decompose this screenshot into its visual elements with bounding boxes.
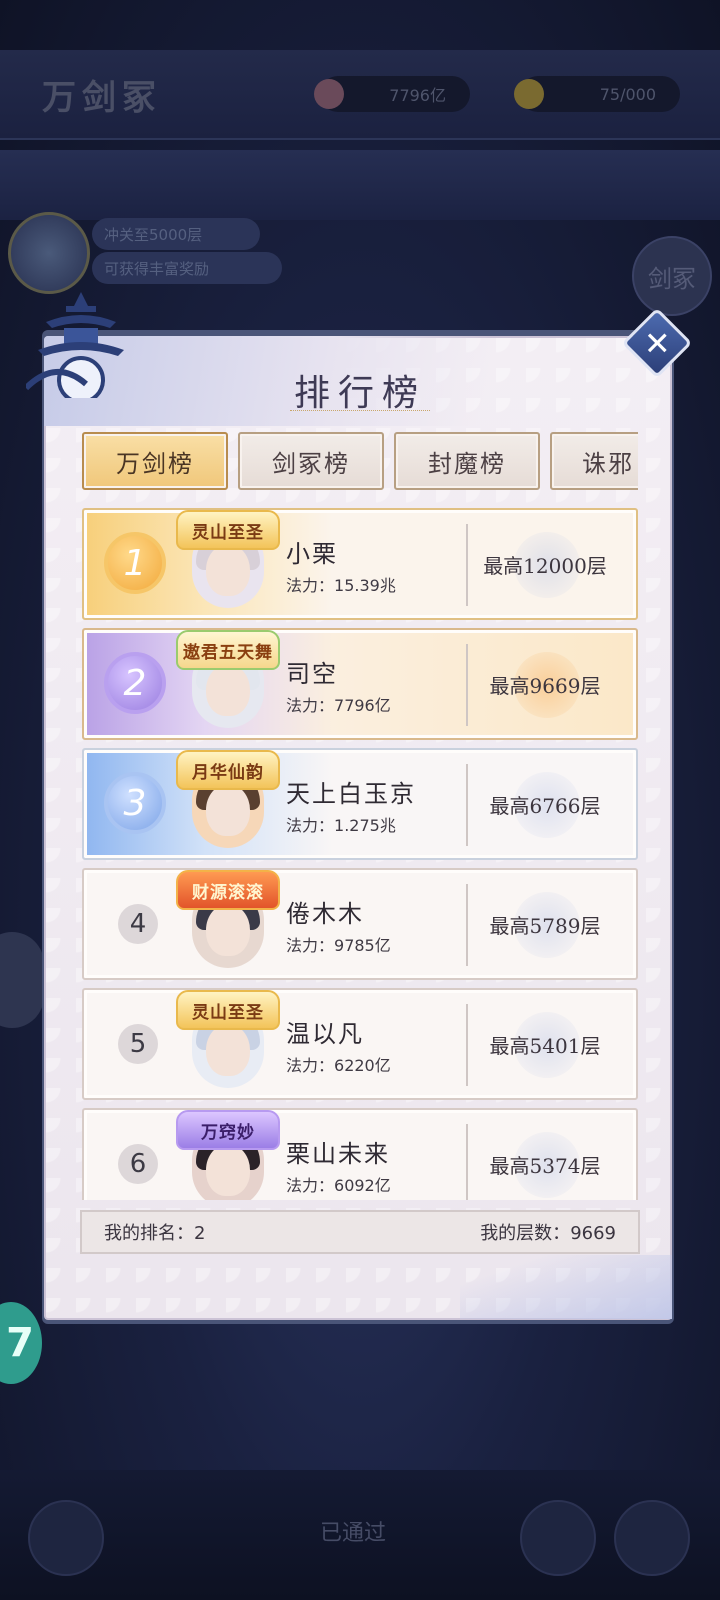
background-back-button (28, 1500, 104, 1576)
rank-medal-gold: 1 (104, 532, 166, 594)
player-power: 法力：6220亿 (286, 1056, 391, 1075)
background-pill-1: 冲关至5000层 (92, 218, 260, 250)
best-floor: 最高5374层 (489, 1153, 601, 1178)
rank-medal-blue: 3 (104, 772, 166, 834)
title-badge: 灵山至圣 (176, 510, 280, 550)
background-resource-2: 75/000 (514, 76, 680, 112)
my-floor: 我的层数：9669 (480, 1223, 616, 1244)
my-rank: 我的排名：2 (104, 1223, 206, 1244)
background-title: 万剑冢 (42, 78, 162, 118)
background-bottom-button-1 (520, 1500, 596, 1576)
player-name: 司空 (286, 660, 338, 688)
row-divider (466, 644, 468, 726)
player-name: 温以凡 (286, 1020, 364, 1048)
player-name: 小栗 (286, 540, 338, 568)
best-floor: 最高9669层 (489, 673, 601, 698)
player-power: 法力：9785亿 (286, 936, 391, 955)
rank-number: 5 (118, 1024, 158, 1064)
panel-bottom-decoration (460, 1255, 672, 1319)
panel-title: 排行榜 (293, 373, 426, 414)
player-name: 倦木木 (286, 900, 364, 928)
background-level-badge (8, 212, 90, 294)
tab-wanjian[interactable]: 万剑榜 (82, 432, 228, 490)
my-ranking-bar: 我的排名：2 我的层数：9669 (80, 1210, 640, 1254)
row-divider (466, 1004, 468, 1086)
row-divider (466, 884, 468, 966)
best-floor: 最高5789层 (489, 913, 601, 938)
background-left-avatar (0, 932, 44, 1028)
gem-icon (314, 79, 344, 109)
row-divider (466, 1124, 468, 1200)
title-badge: 万窍妙 (176, 1110, 280, 1150)
title-badge: 财源滚滚 (176, 870, 280, 910)
rank-number: 6 (118, 1144, 158, 1184)
best-floor: 最高5401层 (489, 1033, 601, 1058)
title-badge: 遨君五天舞 (176, 630, 280, 670)
player-power: 法力：15.39兆 (286, 576, 396, 595)
close-icon: ✕ (643, 324, 671, 362)
ranking-tabs: 万剑榜 剑冢榜 封魔榜 诛邪 (82, 432, 638, 490)
title-badge: 灵山至圣 (176, 990, 280, 1030)
tab-fengmo[interactable]: 封魔榜 (394, 432, 540, 490)
background-bottom-label: 已通过 (320, 1521, 387, 1546)
ranking-row-4[interactable]: 4 财源滚滚 倦木木 法力：9785亿 最高5789层 (82, 868, 638, 980)
background-pill-2: 可获得丰富奖励 (92, 252, 282, 284)
ranking-list[interactable]: 1 灵山至圣 小栗 法力：15.39兆 最高12000层 2 遨君五天舞 司空 … (82, 508, 638, 1200)
background-right-button: 剑冢 (632, 236, 712, 316)
player-name: 栗山未来 (286, 1140, 390, 1168)
row-divider (466, 764, 468, 846)
rank-medal-purple: 2 (104, 652, 166, 714)
ranking-row-5[interactable]: 5 灵山至圣 温以凡 法力：6220亿 最高5401层 (82, 988, 638, 1100)
player-name: 天上白玉京 (286, 780, 416, 808)
background-bottom-button-2 (614, 1500, 690, 1576)
lightning-icon (514, 79, 544, 109)
ranking-row-2[interactable]: 2 遨君五天舞 司空 法力：7796亿 最高9669层 (82, 628, 638, 740)
best-floor: 最高12000层 (483, 553, 607, 578)
row-divider (466, 524, 468, 606)
background-resource-1: 7796亿 (314, 76, 470, 112)
tab-zhuxie[interactable]: 诛邪 (550, 432, 638, 490)
ranking-row-1[interactable]: 1 灵山至圣 小栗 法力：15.39兆 最高12000层 (82, 508, 638, 620)
rank-number: 4 (118, 904, 158, 944)
ranking-row-3[interactable]: 3 月华仙韵 天上白玉京 法力：1.275兆 最高6766层 (82, 748, 638, 860)
player-power: 法力：6092亿 (286, 1176, 391, 1195)
background-band (0, 150, 720, 220)
title-badge: 月华仙韵 (176, 750, 280, 790)
title-ornament (290, 410, 430, 416)
best-floor: 最高6766层 (489, 793, 601, 818)
tab-jianzhong[interactable]: 剑冢榜 (238, 432, 384, 490)
player-power: 法力：1.275兆 (286, 816, 396, 835)
ranking-row-6[interactable]: 6 万窍妙 栗山未来 法力：6092亿 最高5374层 (82, 1108, 638, 1200)
player-power: 法力：7796亿 (286, 696, 391, 715)
